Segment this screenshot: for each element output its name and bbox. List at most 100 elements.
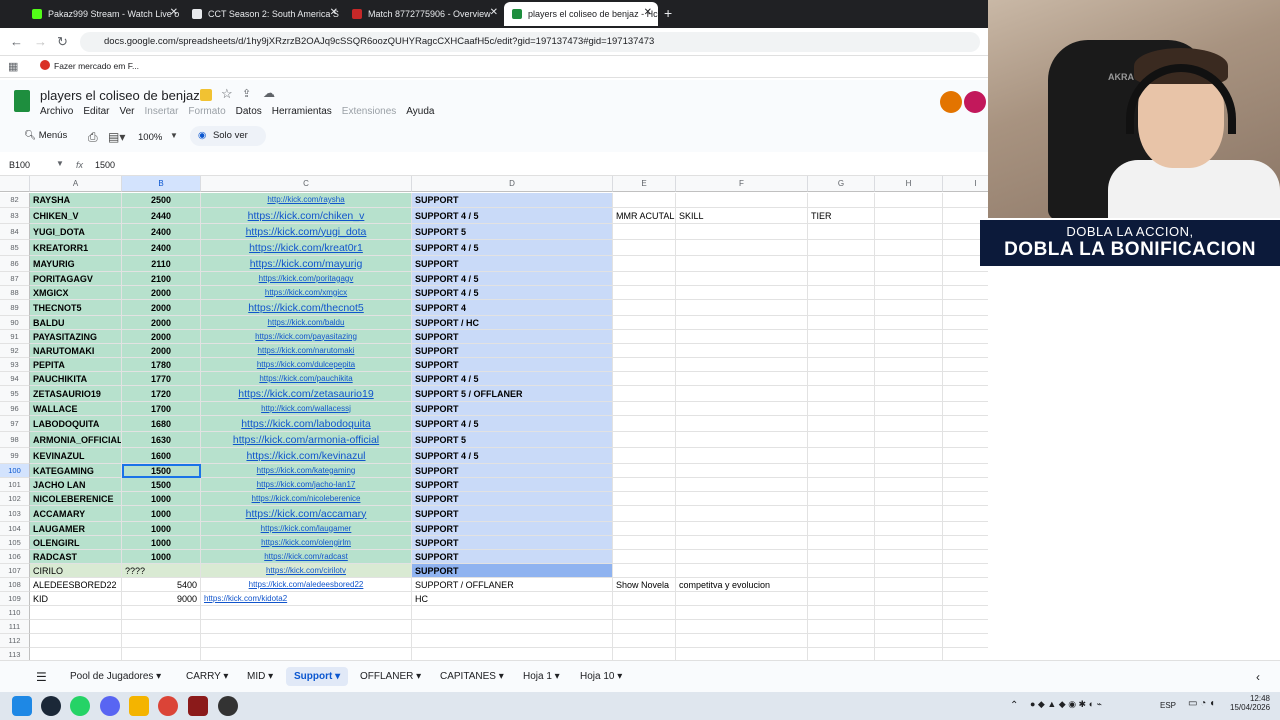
mmr-cell[interactable]: 9000 xyxy=(122,592,201,606)
empty-cell[interactable] xyxy=(676,536,808,550)
browser-tab-active[interactable]: players el coliseo de benjaz - Hc ✕ xyxy=(504,2,658,26)
empty-cell[interactable] xyxy=(613,432,676,448)
role-cell[interactable]: SUPPORT 4 / 5 xyxy=(412,272,613,286)
empty-cell[interactable] xyxy=(676,550,808,564)
empty-cell[interactable] xyxy=(613,648,676,660)
mmr-cell[interactable] xyxy=(122,620,201,634)
kick-link[interactable]: https://kick.com/labodoquita xyxy=(241,417,371,431)
player-name-cell[interactable]: ARMONIA_OFFICIAL xyxy=(30,432,122,448)
empty-cell[interactable] xyxy=(875,432,943,448)
row-header[interactable]: 109 xyxy=(0,592,30,606)
empty-cell[interactable] xyxy=(875,344,943,358)
empty-cell[interactable] xyxy=(676,372,808,386)
kick-link-cell[interactable]: http://kick.com/raysha xyxy=(201,193,412,208)
empty-cell[interactable] xyxy=(943,386,988,402)
mmr-cell[interactable]: 1600 xyxy=(122,448,201,464)
reload-icon[interactable]: ↻ xyxy=(57,34,68,50)
kick-link[interactable]: https://kick.com/aledeesbored22 xyxy=(249,578,364,591)
role-cell[interactable]: SUPPORT 4 / 5 xyxy=(412,416,613,432)
empty-cell[interactable] xyxy=(613,522,676,536)
empty-cell[interactable] xyxy=(808,193,875,208)
role-cell[interactable]: SUPPORT xyxy=(412,492,613,506)
menu-formato[interactable]: Formato xyxy=(188,106,225,117)
empty-cell[interactable] xyxy=(943,536,988,550)
empty-cell[interactable] xyxy=(943,358,988,372)
role-cell[interactable]: SUPPORT 5 xyxy=(412,224,613,240)
sheet-tab[interactable]: Hoja 1 ▾ xyxy=(523,671,560,682)
empty-cell[interactable] xyxy=(613,300,676,316)
kick-link-cell[interactable]: https://kick.com/radcast xyxy=(201,550,412,564)
sheet-tab[interactable]: Hoja 10 ▾ xyxy=(580,671,622,682)
empty-cell[interactable] xyxy=(875,550,943,564)
role-cell[interactable] xyxy=(412,648,613,660)
empty-cell[interactable] xyxy=(808,550,875,564)
star-icon[interactable]: ☆ xyxy=(221,86,233,102)
mmr-cell[interactable]: 2000 xyxy=(122,316,201,330)
empty-cell[interactable] xyxy=(676,286,808,300)
empty-cell[interactable] xyxy=(676,564,808,578)
row-header[interactable]: 105 xyxy=(0,536,30,550)
kick-link[interactable]: https://kick.com/dulcepepita xyxy=(257,358,355,371)
empty-cell[interactable] xyxy=(613,240,676,256)
empty-cell[interactable] xyxy=(808,478,875,492)
empty-cell[interactable] xyxy=(808,300,875,316)
kick-link[interactable]: https://kick.com/poritagagv xyxy=(259,272,354,285)
kick-link[interactable]: https://kick.com/zetasaurio19 xyxy=(238,387,373,401)
kick-link[interactable]: https://kick.com/armonia-official xyxy=(233,433,379,447)
player-name-cell[interactable]: PAUCHIKITA xyxy=(30,372,122,386)
role-cell[interactable]: SUPPORT xyxy=(412,464,613,478)
role-cell[interactable]: SUPPORT 5 / OFFLANER xyxy=(412,386,613,402)
kick-link-cell[interactable]: https://kick.com/kevinazul xyxy=(201,448,412,464)
empty-cell[interactable] xyxy=(613,492,676,506)
row-header[interactable]: 102 xyxy=(0,492,30,506)
player-name-cell[interactable]: JACHO LAN xyxy=(30,478,122,492)
player-name-cell[interactable]: RADCAST xyxy=(30,550,122,564)
mmr-cell[interactable]: 1500 xyxy=(122,478,201,492)
empty-cell[interactable] xyxy=(943,464,988,478)
role-cell[interactable] xyxy=(412,634,613,648)
empty-cell[interactable] xyxy=(808,402,875,416)
empty-cell[interactable] xyxy=(676,648,808,660)
empty-cell[interactable] xyxy=(875,272,943,286)
row-header[interactable]: 100 xyxy=(0,464,30,478)
empty-cell[interactable] xyxy=(676,402,808,416)
empty-cell[interactable] xyxy=(676,606,808,620)
dota2-icon[interactable] xyxy=(188,696,208,716)
column-header[interactable]: I xyxy=(943,176,988,192)
empty-cell[interactable] xyxy=(875,448,943,464)
empty-cell[interactable] xyxy=(613,448,676,464)
empty-cell[interactable] xyxy=(943,300,988,316)
menu-archivo[interactable]: Archivo xyxy=(40,106,73,117)
close-icon[interactable]: ✕ xyxy=(490,7,498,18)
mmr-cell[interactable]: 1000 xyxy=(122,536,201,550)
empty-cell[interactable] xyxy=(943,634,988,648)
empty-cell[interactable] xyxy=(676,492,808,506)
empty-cell[interactable] xyxy=(943,506,988,522)
empty-cell[interactable] xyxy=(676,224,808,240)
empty-cell[interactable] xyxy=(875,536,943,550)
mmr-cell[interactable]: 5400 xyxy=(122,578,201,592)
empty-cell[interactable] xyxy=(613,564,676,578)
empty-cell[interactable] xyxy=(808,578,875,592)
sheet-tab[interactable]: CAPITANES ▾ xyxy=(440,671,504,682)
row-header[interactable]: 104 xyxy=(0,522,30,536)
player-name-cell[interactable]: BALDU xyxy=(30,316,122,330)
forward-icon[interactable]: → xyxy=(34,34,47,49)
empty-cell[interactable] xyxy=(808,256,875,272)
player-name-cell[interactable]: XMGICX xyxy=(30,286,122,300)
kick-link-cell[interactable] xyxy=(201,620,412,634)
empty-cell[interactable] xyxy=(875,358,943,372)
chevron-left-icon[interactable]: ‹ xyxy=(1256,670,1260,684)
mmr-cell[interactable]: 2110 xyxy=(122,256,201,272)
kick-link-cell[interactable]: https://kick.com/mayurig xyxy=(201,256,412,272)
empty-cell[interactable] xyxy=(875,193,943,208)
empty-cell[interactable] xyxy=(875,464,943,478)
cloud-icon[interactable]: ☁ xyxy=(263,86,275,100)
player-name-cell[interactable]: KID xyxy=(30,592,122,606)
kick-link-cell[interactable]: https://kick.com/chiken_v xyxy=(201,208,412,224)
empty-cell[interactable] xyxy=(808,536,875,550)
row-header[interactable]: 93 xyxy=(0,358,30,372)
mmr-cell[interactable]: 1000 xyxy=(122,506,201,522)
kick-link[interactable]: https://kick.com/nicoleberenice xyxy=(252,492,361,505)
empty-cell[interactable] xyxy=(676,300,808,316)
